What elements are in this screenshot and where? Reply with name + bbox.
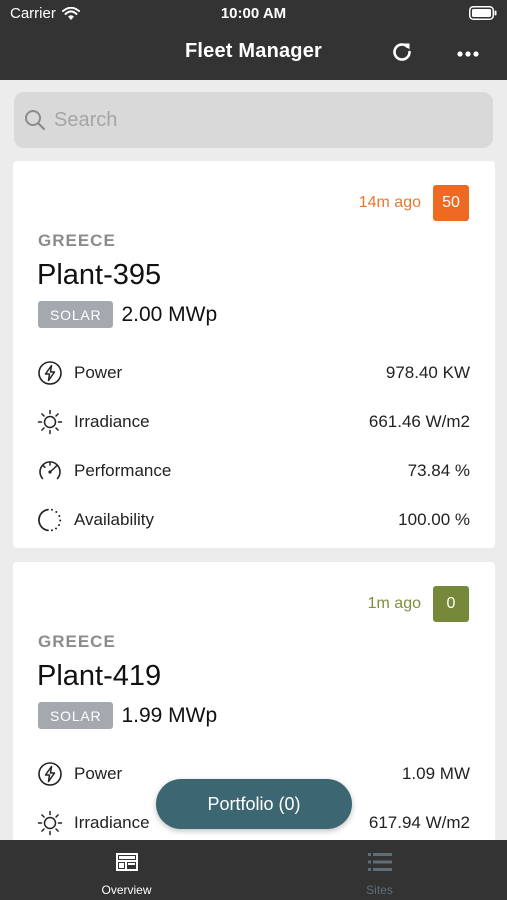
metric-availability: Availability 100.00 % <box>37 495 470 544</box>
portfolio-button[interactable]: Portfolio (0) <box>156 779 352 829</box>
tab-bar: Overview Sites <box>0 840 507 900</box>
sun-icon <box>37 409 63 434</box>
plant-type-row: SOLAR 1.99 MWp <box>38 702 217 729</box>
last-updated: 14m ago <box>358 194 421 211</box>
gauge-icon <box>39 460 61 479</box>
more-horizontal-icon[interactable] <box>455 41 481 67</box>
plant-country: GREECE <box>38 632 116 651</box>
update-status: 1m ago 0 <box>368 586 469 622</box>
metric-value: 617.94 W/m2 <box>368 812 470 832</box>
metric-value: 1.09 MW <box>401 763 470 783</box>
search-icon <box>25 110 46 131</box>
plant-capacity: 2.00 MWp <box>121 302 218 326</box>
refresh-icon[interactable] <box>389 39 415 65</box>
metric-label: Power <box>74 362 123 382</box>
alarm-count-badge[interactable]: 0 <box>433 586 469 622</box>
plant-type-row: SOLAR 2.00 MWp <box>38 301 217 328</box>
plant-type-tag: SOLAR <box>38 301 114 328</box>
metric-value: 73.84 % <box>407 460 470 480</box>
plant-capacity: 1.99 MWp <box>121 703 218 727</box>
plant-name: Plant-395 <box>37 259 162 291</box>
lightning-icon <box>38 360 62 385</box>
sun-icon <box>37 810 63 835</box>
lightning-icon <box>38 761 62 786</box>
metric-irradiance: Irradiance 661.46 W/m2 <box>37 397 470 446</box>
top-bar: Carrier 10:00 AM Fleet Manager <box>0 0 507 80</box>
tab-sites[interactable]: Sites <box>253 840 506 900</box>
metric-power: Power 978.40 KW <box>37 348 470 397</box>
metric-label: Irradiance <box>74 812 150 832</box>
status-time: 10:00 AM <box>220 5 287 22</box>
navigation-bar: Fleet Manager <box>0 28 507 80</box>
dashboard-icon <box>115 853 138 871</box>
metric-value: 661.46 W/m2 <box>368 411 470 431</box>
availability-circle-icon <box>38 508 62 531</box>
metric-label: Availability <box>74 509 155 529</box>
tab-overview[interactable]: Overview <box>0 840 253 900</box>
plant-card[interactable]: 14m ago 50 GREECE Plant-395 SOLAR 2.00 M… <box>13 161 495 548</box>
tab-label: Sites <box>366 883 393 897</box>
page-title: Fleet Manager <box>184 40 323 62</box>
list-icon <box>367 853 392 871</box>
metric-label: Irradiance <box>74 411 150 431</box>
plant-metrics: Power 978.40 KW Irradiance 661.46 W/m2 P… <box>37 348 470 544</box>
metric-value: 100.00 % <box>398 509 470 529</box>
last-updated: 1m ago <box>367 595 421 612</box>
plant-type-tag: SOLAR <box>38 702 114 729</box>
metric-label: Power <box>74 763 123 783</box>
alarm-count-badge[interactable]: 50 <box>433 185 469 221</box>
battery-icon <box>469 6 497 20</box>
status-bar: Carrier 10:00 AM <box>0 0 507 28</box>
metric-value: 978.40 KW <box>385 362 470 382</box>
metric-performance: Performance 73.84 % <box>37 446 470 495</box>
metric-label: Performance <box>74 460 172 480</box>
update-status: 14m ago 50 <box>359 185 469 221</box>
plant-country: GREECE <box>38 231 116 250</box>
search-input[interactable] <box>54 108 474 132</box>
tab-label: Overview <box>101 883 152 897</box>
app-screen: Carrier 10:00 AM Fleet Manager Search 14… <box>0 0 507 900</box>
search-bar[interactable] <box>14 92 493 148</box>
plant-name: Plant-419 <box>37 660 162 692</box>
